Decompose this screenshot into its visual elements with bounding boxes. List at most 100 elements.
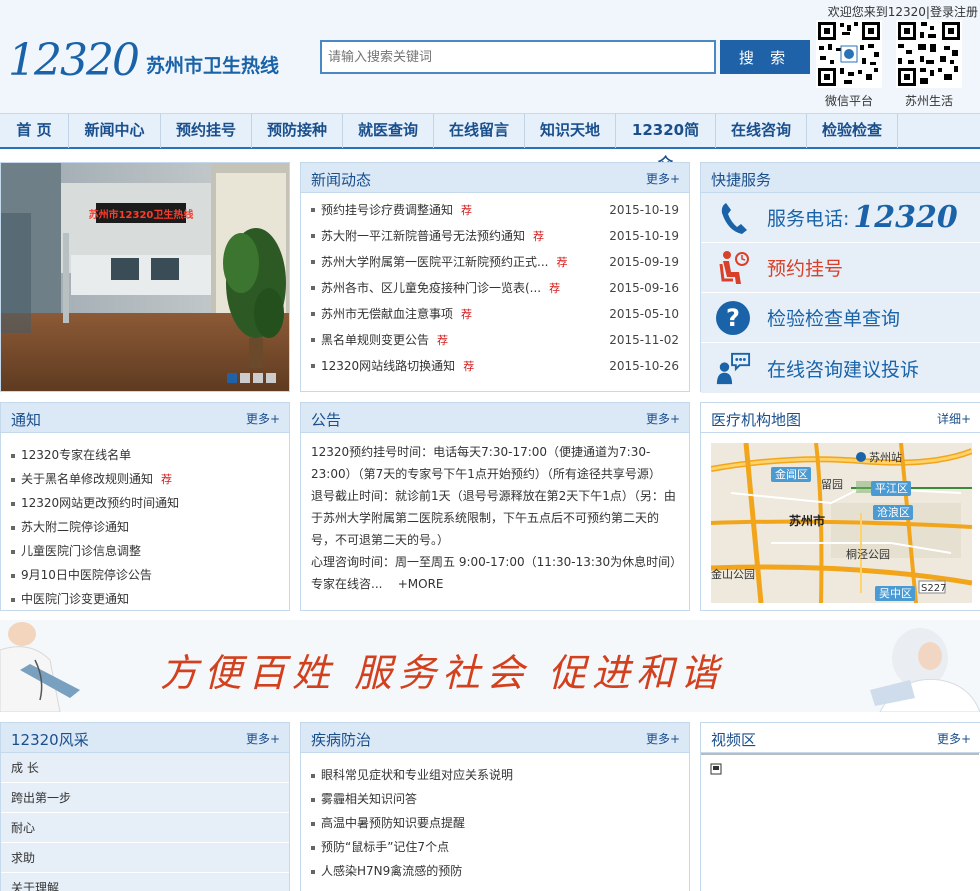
notice-more-link[interactable]: 更多+: [246, 410, 280, 427]
map-label-s227: S227: [921, 583, 946, 594]
news-item[interactable]: 预约挂号诊疗费调整通知荐 2015-10-19: [311, 197, 679, 223]
fengcai-title: 12320风采: [11, 731, 89, 749]
qr2-caption: 苏州生活: [904, 94, 953, 108]
announcement-more-link[interactable]: 更多+: [646, 410, 680, 427]
nav-home[interactable]: 首 页: [0, 114, 69, 148]
video-panel-header: 视频区 更多+: [701, 723, 980, 753]
nav-consult[interactable]: 在线咨询: [716, 114, 807, 148]
notice-item[interactable]: 儿童医院门诊信息调整: [11, 539, 279, 563]
news-title: 新闻动态: [311, 171, 372, 189]
nav-message[interactable]: 在线留言: [434, 114, 525, 148]
announcement-body: 12320预约挂号时间：电话每天7:30-17:00（便捷通道为7:30-23:…: [301, 433, 689, 603]
nav-about[interactable]: 12320简介: [616, 114, 716, 172]
news-item[interactable]: 黑名单规则变更公告荐 2015-11-02: [311, 327, 679, 353]
announcement-line: 专家在线咨...: [311, 577, 383, 591]
news-item[interactable]: 苏州大学附属第一医院平江新院预约正式... 荐 2015-09-19: [311, 249, 679, 275]
fengcai-item[interactable]: 耐心: [1, 813, 289, 843]
nav-medical-query[interactable]: 就医查询: [343, 114, 434, 148]
news-item[interactable]: 苏大附一平江新院普通号无法预约通知荐 2015-10-19: [311, 223, 679, 249]
fengcai-list: 成 长 跨出第一步 耐心 求助 关于理解: [1, 753, 289, 891]
nav-knowledge[interactable]: 知识天地: [525, 114, 616, 148]
wechat-qr-code: [816, 20, 882, 88]
qr1-caption: 微信平台: [824, 94, 873, 108]
map-more-link[interactable]: 详细+: [937, 410, 971, 427]
slogan-text: 方便百姓 服务社会 促进和谐: [160, 651, 725, 695]
fengcai-more-link[interactable]: 更多+: [246, 730, 280, 747]
fengcai-item[interactable]: 关于理解: [1, 873, 289, 891]
site-header: 欢迎您来到12320|登录注册 12320 苏州市卫生热线 搜 索 微信平台: [0, 0, 980, 113]
welcome-text: 欢迎您来到12320: [827, 5, 926, 19]
notice-item[interactable]: 12320网站更改预约时间通知: [11, 491, 279, 515]
site-logo[interactable]: 12320 苏州市卫生热线: [8, 38, 279, 84]
announcement-more-text[interactable]: +MORE: [398, 577, 444, 591]
nav-news[interactable]: 新闻中心: [69, 114, 161, 148]
logo-number: 12320: [8, 35, 140, 86]
search-input[interactable]: [320, 40, 716, 74]
consult-complaint-item[interactable]: 在线咨询建议投诉: [701, 343, 980, 393]
notice-item[interactable]: 中医院门诊变更通知: [11, 587, 279, 611]
hospital-map[interactable]: 苏州站 金阊区 留园 平江区 沧浪区 苏州市 桐泾公园 金山公园 S227 吴中…: [711, 443, 972, 603]
banner-slideshow[interactable]: 苏州市12320卫生热线: [0, 162, 290, 392]
news-item[interactable]: 苏州各市、区儿童免疫接种门诊一览表(... 荐 2015-09-16: [311, 275, 679, 301]
news-more-link[interactable]: 更多+: [646, 170, 680, 187]
map-label-liuyuan: 留园: [821, 478, 843, 491]
disease-item[interactable]: 人感染H7N9禽流感的预防: [311, 859, 679, 883]
news-item[interactable]: 苏州市无偿献血注意事项荐 2015-05-10: [311, 301, 679, 327]
consult-icon: [715, 350, 751, 386]
question-icon: ?: [715, 300, 751, 336]
quick-title: 快捷服务: [711, 171, 772, 189]
disease-more-link[interactable]: 更多+: [646, 730, 680, 747]
notice-item[interactable]: 12320专家在线名单: [11, 443, 279, 467]
notice-title: 通知: [11, 411, 42, 429]
disease-title: 疾病防治: [311, 731, 372, 749]
slide-dot[interactable]: [253, 373, 263, 383]
fengcai-item[interactable]: 求助: [1, 843, 289, 873]
video-title: 视频区: [711, 731, 757, 749]
notice-item[interactable]: 关于黑名单修改规则通知荐: [11, 467, 279, 491]
fengcai-item[interactable]: 成 长: [1, 753, 289, 783]
doctor-illustration: [0, 622, 80, 712]
notice-item[interactable]: 苏大附二院停诊通知: [11, 515, 279, 539]
notice-panel: 通知 更多+ 12320专家在线名单 关于黑名单修改规则通知荐 12320网站更…: [0, 402, 290, 611]
disease-item[interactable]: 高温中暑预防知识要点提醒: [311, 811, 679, 835]
fengcai-panel-header: 12320风采 更多+: [1, 723, 289, 753]
fengcai-panel: 12320风采 更多+ 成 长 跨出第一步 耐心 求助 关于理解: [0, 722, 290, 891]
news-list: 预约挂号诊疗费调整通知荐 2015-10-19 苏大附一平江新院普通号无法预约通知…: [301, 193, 689, 379]
register-link[interactable]: 注册: [954, 5, 978, 19]
logo-text: 苏州市卫生热线: [145, 55, 279, 77]
main-nav: 首 页 新闻中心 预约挂号 预防接种 就医查询 在线留言 知识天地 12320简…: [0, 113, 980, 172]
slide-dot[interactable]: [240, 373, 250, 383]
video-player[interactable]: [701, 753, 979, 891]
quick-service-panel: 快捷服务 服务电话: 12320 预约挂号 ? 检验检查单查询 在线咨询建议投诉: [700, 162, 980, 393]
video-more-link[interactable]: 更多+: [937, 730, 971, 747]
map-label-canglang: 沧浪区: [877, 505, 910, 519]
nav-booking[interactable]: 预约挂号: [161, 114, 252, 148]
disease-panel-header: 疾病防治 更多+: [301, 723, 689, 753]
disease-panel: 疾病防治 更多+ 眼科常见症状和专业组对应关系说明 雾霾相关知识问答 高温中暑预…: [300, 722, 690, 891]
disease-item[interactable]: 眼科常见症状和专业组对应关系说明: [311, 763, 679, 787]
news-item[interactable]: 12320网站线路切换通知荐 2015-10-26: [311, 353, 679, 379]
search-button[interactable]: 搜 索: [720, 40, 810, 74]
disease-item[interactable]: 雾霾相关知识问答: [311, 787, 679, 811]
lab-report-item[interactable]: ? 检验检查单查询: [701, 293, 980, 343]
video-plugin-icon: [710, 763, 722, 775]
booking-item[interactable]: 预约挂号: [701, 243, 980, 293]
disease-item[interactable]: 预防“鼠标手”记住7个点: [311, 835, 679, 859]
service-phone-item[interactable]: 服务电话: 12320: [701, 193, 980, 243]
announcement-panel-header: 公告 更多+: [301, 403, 689, 433]
notice-item[interactable]: 9月10日中医院停诊公告: [11, 563, 279, 587]
slide-dot[interactable]: [266, 373, 276, 383]
map-label-city: 苏州市: [789, 513, 825, 528]
news-panel: 新闻动态 更多+ 预约挂号诊疗费调整通知荐 2015-10-19 苏大附一平江新院…: [300, 162, 690, 392]
map-panel: 医疗机构地图 详细+ 苏州站 金阊区 留园 平江区 沧浪区 苏州市 桐泾公园 金…: [700, 402, 980, 611]
map-label-jinchang: 金阊区: [775, 467, 808, 481]
video-panel: 视频区 更多+: [700, 722, 980, 891]
nav-vaccination[interactable]: 预防接种: [252, 114, 343, 148]
fengcai-item[interactable]: 跨出第一步: [1, 783, 289, 813]
notice-list: 12320专家在线名单 关于黑名单修改规则通知荐 12320网站更改预约时间通知…: [1, 433, 289, 611]
announcement-panel: 公告 更多+ 12320预约挂号时间：电话每天7:30-17:00（便捷通道为7…: [300, 402, 690, 611]
login-link[interactable]: 登录: [930, 5, 954, 19]
nav-lab-check[interactable]: 检验检查: [807, 114, 898, 148]
announcement-line: 退号截止时间：就诊前1天（退号号源释放在第2天下午1点）（另：由于苏州大学附属第…: [311, 489, 676, 547]
slide-dot[interactable]: [227, 373, 237, 383]
